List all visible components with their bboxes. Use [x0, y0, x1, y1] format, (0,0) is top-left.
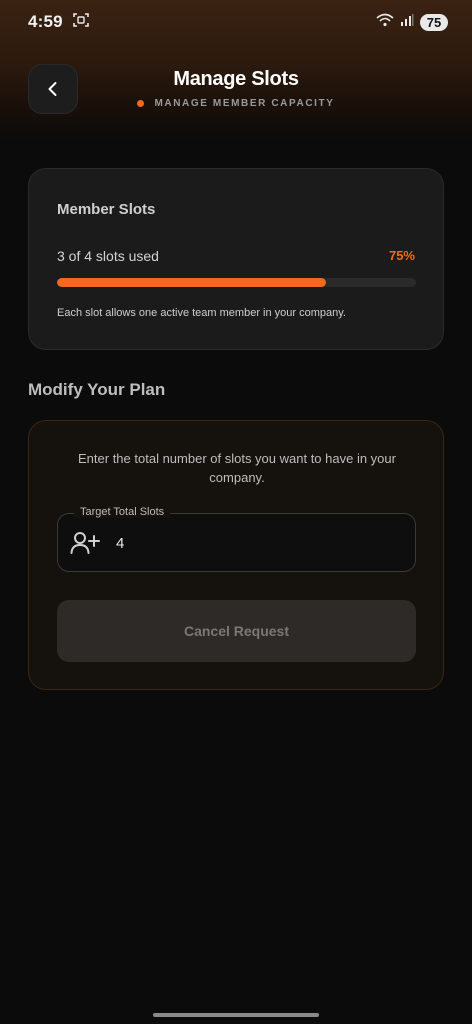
status-bar: 4:59 75	[0, 0, 472, 44]
member-slots-title: Member Slots	[57, 201, 156, 218]
plan-description: Enter the total number of slots you want…	[78, 451, 396, 485]
page-subtitle-text: MANAGE MEMBER CAPACITY	[154, 98, 335, 109]
slots-usage-percent: 75%	[388, 248, 415, 263]
slots-usage-text: 3 of 4 slots used	[57, 248, 159, 264]
target-slots-input[interactable]	[116, 532, 396, 554]
target-slots-field[interactable]: Target Total Slots	[57, 506, 416, 572]
slots-progress-bar	[57, 278, 416, 287]
signal-icon	[400, 13, 414, 32]
slot-note: Each slot allows one active team member …	[57, 307, 346, 319]
wifi-icon	[376, 13, 394, 32]
modify-plan-title: Modify Your Plan	[28, 380, 166, 399]
member-slots-card: Member Slots 3 of 4 slots used 75% Each …	[28, 168, 444, 350]
battery-indicator: 75	[420, 13, 448, 31]
target-slots-label: Target Total Slots	[74, 506, 171, 518]
screenshot-icon	[73, 12, 89, 33]
page-title: Manage Slots	[173, 68, 299, 90]
modify-plan-card: Enter the total number of slots you want…	[28, 420, 444, 690]
status-time: 4:59	[28, 12, 63, 31]
slots-progress-fill	[57, 278, 327, 287]
cancel-request-button[interactable]: Cancel Request	[57, 600, 416, 662]
add-user-icon	[70, 531, 100, 555]
accent-dot-icon	[137, 100, 145, 107]
home-indicator[interactable]	[153, 1013, 319, 1017]
page-header: Manage Slots MANAGE MEMBER CAPACITY	[0, 60, 472, 120]
page-subtitle: MANAGE MEMBER CAPACITY	[0, 98, 472, 109]
